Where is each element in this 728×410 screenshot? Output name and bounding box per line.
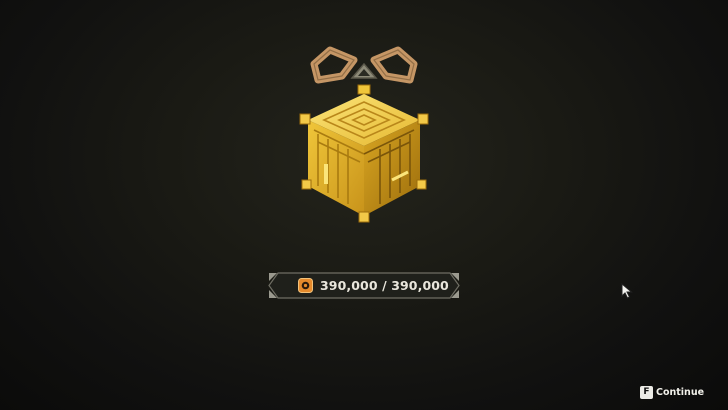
counter-value: 390,000 / 390,000	[320, 278, 449, 293]
reward-screen: 390,000 / 390,000 F Continue	[0, 0, 728, 410]
golden-cube-gift-icon	[299, 46, 429, 223]
currency-token-icon	[298, 278, 313, 293]
continue-label: Continue	[656, 386, 705, 398]
currency-counter: 390,000 / 390,000	[268, 272, 460, 299]
mouse-cursor-icon	[621, 283, 633, 299]
continue-button[interactable]: F Continue	[640, 384, 704, 400]
f-key-icon: F	[640, 385, 653, 399]
